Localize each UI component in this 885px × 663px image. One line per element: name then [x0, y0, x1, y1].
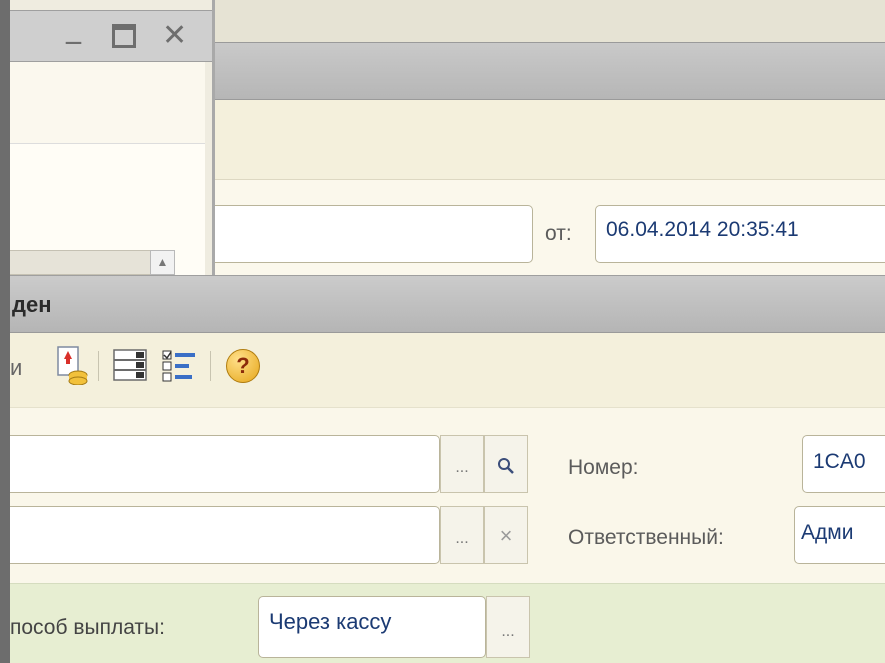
field-2-input[interactable] [0, 506, 440, 564]
left-window-panel [0, 62, 205, 144]
help-icon[interactable]: ? [226, 349, 260, 383]
checklist-icon[interactable] [160, 347, 200, 388]
doc-number-field-bg[interactable] [205, 205, 533, 263]
close-icon[interactable]: ✕ [162, 21, 187, 51]
front-window-title-bar: ден [0, 275, 885, 333]
list-settings-icon[interactable] [112, 347, 148, 388]
payment-method-select-button[interactable]: ... [486, 596, 530, 658]
clear-icon[interactable]: × [484, 506, 528, 564]
window-title: ден [12, 292, 52, 317]
background-window-title-bar [215, 42, 885, 100]
document-form: ... Номер: 1CA0 ... × Ответственный: Адм… [0, 408, 885, 583]
help-glyph: ? [236, 353, 250, 378]
left-edge-bar [0, 0, 10, 663]
search-icon[interactable] [484, 435, 528, 493]
scroll-up-icon[interactable]: ▲ [150, 250, 175, 275]
payment-panel: пособ выплаты: Через кассу ... [0, 583, 885, 663]
background-window: от: 06.04.2014 20:35:41 [205, 0, 885, 275]
left-window: _ ✕ ▲ [0, 0, 215, 275]
number-label: Номер: [568, 456, 639, 479]
field-2-select-button[interactable]: ... [440, 506, 484, 564]
field-1-input[interactable] [0, 435, 440, 493]
responsible-label: Ответственный: [568, 526, 724, 549]
field-1-select-button[interactable]: ... [440, 435, 484, 493]
payment-method-field[interactable]: Через кассу [258, 596, 486, 658]
date-label: от: [545, 222, 572, 245]
maximize-icon[interactable] [112, 24, 136, 48]
load-from-db-icon[interactable] [55, 345, 89, 390]
minimize-icon[interactable]: _ [66, 13, 81, 43]
front-window-toolbar: и ? [0, 333, 885, 408]
toolbar-separator [98, 351, 99, 381]
payment-method-label: пособ выплаты: [10, 616, 165, 639]
date-field[interactable]: 06.04.2014 20:35:41 [595, 205, 885, 263]
payment-document-window: ден и ? ... Номер: 1CA0 ... × Ответствен… [0, 275, 885, 663]
background-window-top [215, 0, 885, 42]
background-window-toolbar [215, 100, 885, 180]
toolbar-partial-text: и [10, 355, 23, 380]
responsible-field[interactable]: Адми [794, 506, 885, 564]
left-window-column-header[interactable] [0, 250, 170, 275]
background-window-header-row: от: 06.04.2014 20:35:41 [205, 180, 885, 275]
toolbar-separator [210, 351, 211, 381]
number-field[interactable]: 1CA0 [802, 435, 885, 493]
